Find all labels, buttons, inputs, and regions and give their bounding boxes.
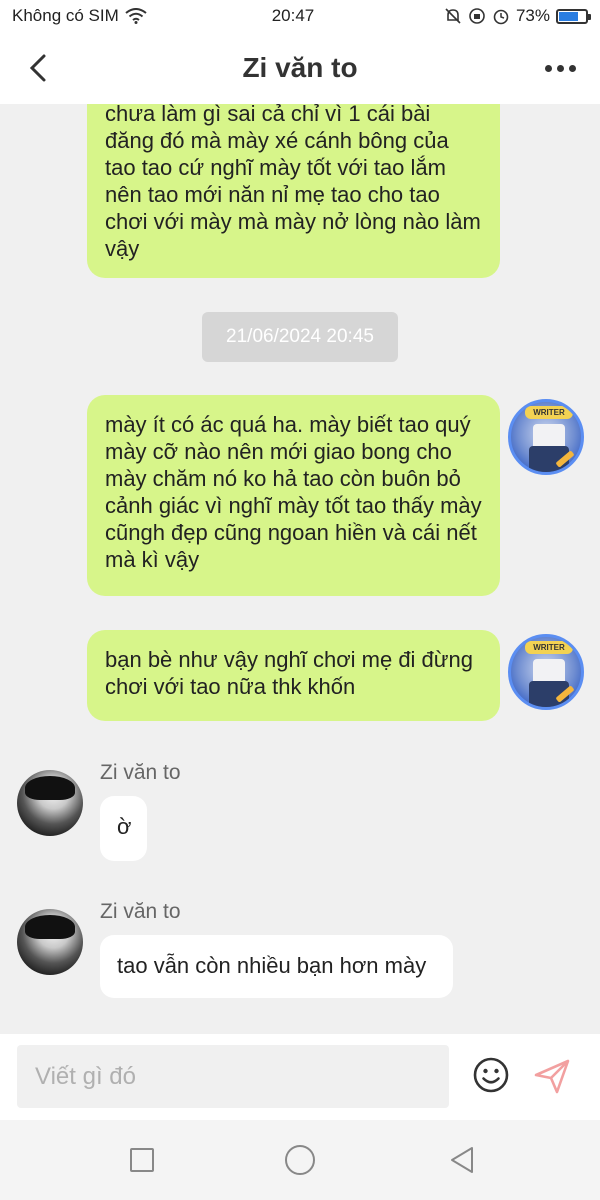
chevron-left-icon	[29, 54, 46, 82]
chat-title: Zi văn to	[242, 52, 358, 83]
send-icon	[534, 1059, 570, 1094]
avatar-hair	[25, 915, 75, 939]
sender-name: Zi văn to	[100, 900, 181, 923]
status-right: 73%	[444, 6, 591, 26]
my-avatar[interactable]: WRITER	[508, 634, 584, 710]
more-options-button[interactable]	[540, 52, 580, 84]
my-avatar[interactable]: WRITER	[508, 399, 584, 475]
emoji-button[interactable]	[472, 1056, 510, 1094]
message-input-bar	[0, 1034, 600, 1120]
circle-icon[interactable]	[285, 1145, 315, 1175]
more-dot	[544, 64, 552, 72]
contact-avatar[interactable]	[17, 909, 83, 975]
back-button[interactable]	[22, 50, 54, 86]
status-left: Không có SIM	[12, 6, 232, 26]
contact-avatar[interactable]	[17, 770, 83, 836]
send-button[interactable]	[532, 1056, 572, 1096]
outgoing-message[interactable]: chưa làm gì sai cả chỉ vì 1 cái bài đăng…	[87, 104, 500, 278]
more-dot	[556, 64, 564, 72]
data-saver-icon	[469, 8, 485, 24]
message-text: tao vẫn còn nhiều bạn hơn mày	[117, 953, 427, 978]
writer-badge: WRITER	[525, 641, 573, 654]
more-dot	[568, 64, 576, 72]
message-text: bạn bè như vậy nghĩ chơi mẹ đi đừng chơi…	[105, 647, 473, 699]
smiley-icon	[473, 1057, 509, 1093]
timestamp-divider: 21/06/2024 20:45	[202, 312, 398, 362]
sender-name: Zi văn to	[100, 761, 181, 784]
chat-header: Zi văn to	[0, 32, 600, 104]
message-text: ờ	[117, 814, 132, 839]
message-text: chưa làm gì sai cả chỉ vì 1 cái bài đăng…	[105, 104, 481, 261]
battery-fill	[559, 11, 578, 21]
battery-icon	[556, 8, 591, 24]
message-text: mày ít có ác quá ha. mày biết tao quý mà…	[105, 412, 482, 572]
writer-badge: WRITER	[525, 406, 573, 419]
alarm-icon	[493, 9, 509, 25]
wifi-icon	[125, 8, 147, 24]
carrier-label: Không có SIM	[12, 6, 119, 25]
incoming-message[interactable]: tao vẫn còn nhiều bạn hơn mày	[100, 935, 453, 998]
battery-label: 73%	[515, 6, 550, 25]
status-time: 20:47	[271, 6, 315, 25]
status-bar: Không có SIM 20:47 73%	[0, 0, 600, 32]
outgoing-message[interactable]: bạn bè như vậy nghĩ chơi mẹ đi đừng chơi…	[87, 630, 500, 721]
avatar-hair	[25, 776, 75, 800]
chat-area[interactable]: chưa làm gì sai cả chỉ vì 1 cái bài đăng…	[0, 104, 600, 1034]
message-input[interactable]	[17, 1045, 449, 1108]
square-icon[interactable]	[130, 1148, 154, 1172]
incoming-message[interactable]: ờ	[100, 796, 147, 861]
system-nav-bar	[0, 1120, 600, 1200]
triangle-back-icon[interactable]	[448, 1145, 476, 1175]
bell-muted-icon	[445, 8, 461, 24]
outgoing-message[interactable]: mày ít có ác quá ha. mày biết tao quý mà…	[87, 395, 500, 596]
